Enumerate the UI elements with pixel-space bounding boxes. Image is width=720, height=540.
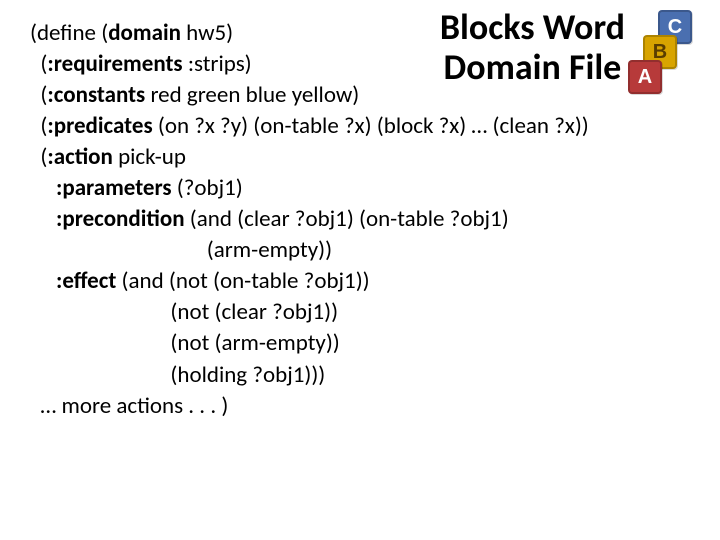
code-text	[30, 205, 56, 233]
kw-precondition: :precondition	[56, 205, 185, 233]
kw-constants: :constants	[47, 81, 145, 109]
blocks-stack-icon: C B A	[634, 10, 692, 95]
code-text: (holding ?obj1)))	[30, 361, 325, 389]
code-text: (	[30, 143, 47, 171]
code-text	[30, 174, 56, 202]
pddl-code-block: (define (domain hw5) (:requirements :str…	[30, 18, 589, 422]
code-text: (not (arm-empty))	[30, 329, 340, 357]
code-text: (define (	[30, 19, 108, 47]
kw-predicates: :predicates	[47, 112, 152, 140]
kw-effect: :effect	[56, 267, 116, 295]
code-text: (on ?x ?y) (on-table ?x) (block ?x) … (c…	[153, 112, 589, 140]
code-text: … more actions . . . )	[30, 392, 228, 420]
code-text: red green blue yellow)	[145, 81, 359, 109]
kw-parameters: :parameters	[56, 174, 172, 202]
code-text: (?obj1)	[172, 174, 243, 202]
code-text: (	[30, 50, 47, 78]
code-text: (and (clear ?obj1) (on-table ?obj1)	[185, 205, 509, 233]
code-text: (	[30, 81, 47, 109]
code-text: (	[30, 112, 47, 140]
code-text: pick-up	[113, 143, 186, 171]
kw-action: :action	[47, 143, 113, 171]
code-text: hw5)	[181, 19, 233, 47]
code-text: (and (not (on-table ?obj1))	[116, 267, 369, 295]
code-text: (arm-empty))	[30, 236, 332, 264]
code-text: (not (clear ?obj1))	[30, 298, 338, 326]
block-a-icon: A	[628, 60, 662, 94]
code-text: :strips)	[183, 50, 252, 78]
kw-domain: domain	[108, 19, 181, 47]
code-text	[30, 267, 56, 295]
kw-requirements: :requirements	[47, 50, 182, 78]
